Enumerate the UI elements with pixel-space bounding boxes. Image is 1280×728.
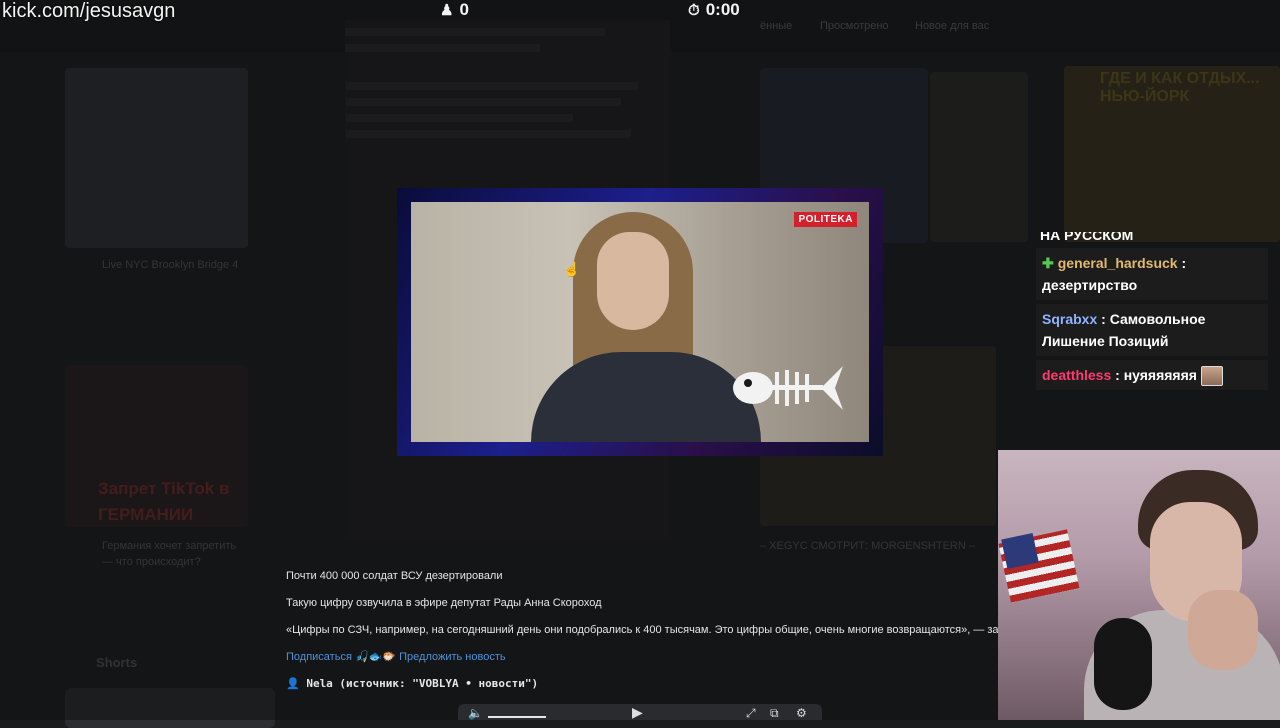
channel-badge: POLITEKA xyxy=(794,212,857,227)
chat-username: deatthless xyxy=(1042,367,1112,383)
streamer-hand xyxy=(1188,590,1258,670)
verified-icon: ✚ xyxy=(1042,255,1054,271)
stream-url: kick.com/jesusavgn xyxy=(2,0,176,22)
viewer-count-value: 0 xyxy=(459,0,469,19)
post-links: Подписаться 🎣🐟🐡 Предложить новость xyxy=(286,650,506,663)
post-quote: «Цифры по СЗЧ, например, на сегодняшний … xyxy=(286,624,1051,636)
speaker-face xyxy=(597,232,669,330)
pip-icon[interactable]: ⧉ xyxy=(770,707,779,719)
chat-message: ✚ general_hardsuck : дезертирство xyxy=(1036,248,1268,300)
stream-timer: ⏱ 0:00 xyxy=(688,0,740,20)
viewer-count: ♟ 0 xyxy=(440,0,469,20)
fullscreen-icon[interactable]: ⤢ xyxy=(746,707,756,719)
emote-icon xyxy=(1200,366,1223,387)
player-controls: 🔈 ▶ ⤢ ⧉ ⚙ xyxy=(458,704,822,720)
post-author: 👤 Nela (источник: "VOBLYA • новости") xyxy=(286,677,539,690)
post-paragraph: Такую цифру озвучила в эфире депутат Рад… xyxy=(286,597,602,609)
chat-username: general_hardsuck xyxy=(1057,255,1178,271)
chat-header: НА РУССКОМ xyxy=(1040,232,1134,243)
webcam-feed xyxy=(998,450,1280,720)
video-player[interactable]: POLITEKA xyxy=(397,188,883,456)
people-icon: ♟ xyxy=(440,2,454,19)
chat-text: : нуяяяяяяя xyxy=(1115,367,1197,383)
stopwatch-icon: ⏱ xyxy=(688,1,700,19)
post-title: Почти 400 000 солдат ВСУ дезертировали xyxy=(286,570,503,582)
play-icon[interactable]: ▶ xyxy=(632,705,643,719)
speaker-body xyxy=(531,352,761,442)
mouse-cursor-icon: ☝ xyxy=(563,261,581,277)
chat-message: deatthless : нуяяяяяяя xyxy=(1036,360,1268,391)
chat-overlay: НА РУССКОМ ✚ general_hardsuck : дезертирс… xyxy=(1036,232,1268,391)
subscribe-link[interactable]: Подписаться xyxy=(286,651,352,663)
fish-skeleton-icon xyxy=(733,366,843,410)
news-post: Почти 400 000 солдат ВСУ дезертировали Т… xyxy=(278,563,1050,720)
settings-icon[interactable]: ⚙ xyxy=(796,707,807,719)
stream-timer-value: 0:00 xyxy=(705,0,740,19)
suggest-news-link[interactable]: Предложить новость xyxy=(399,651,505,663)
chat-message: Sqrabxx : Самовольное Лишение Позиций xyxy=(1036,304,1268,356)
volume-icon[interactable]: 🔈 xyxy=(468,707,483,719)
chat-username: Sqrabxx xyxy=(1042,311,1098,327)
volume-slider[interactable] xyxy=(488,716,546,718)
video-frame: POLITEKA xyxy=(411,202,869,442)
microphone xyxy=(1094,618,1152,710)
emoji-row: 🎣🐟🐡 xyxy=(354,651,397,663)
